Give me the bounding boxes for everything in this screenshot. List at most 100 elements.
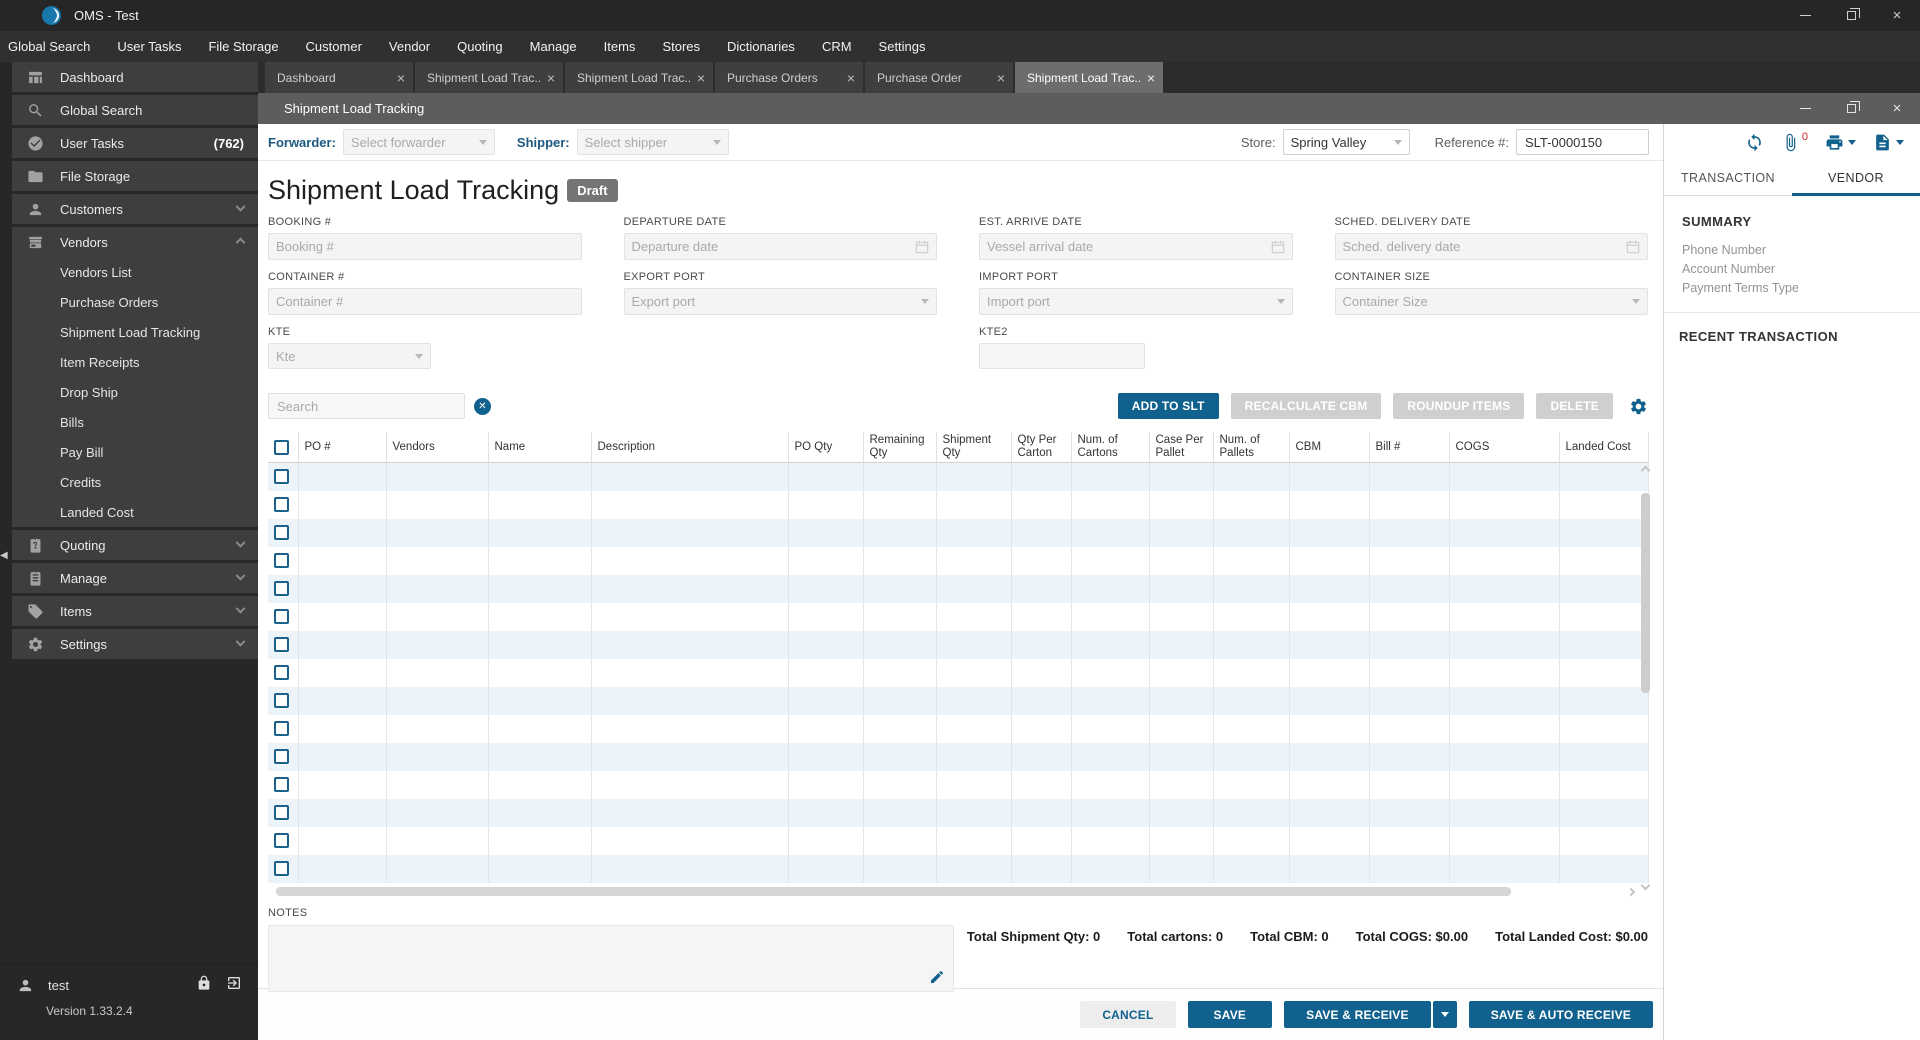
kte-select[interactable]: Kte (268, 343, 431, 369)
container-size-select[interactable]: Container Size (1334, 288, 1648, 315)
cancel-button[interactable]: CANCEL (1080, 1001, 1176, 1028)
row-checkbox[interactable] (274, 581, 289, 597)
save-button[interactable]: SAVE (1187, 1001, 1273, 1028)
row-checkbox[interactable] (274, 469, 289, 485)
sidebar-item-pay-bill[interactable]: Pay Bill (12, 437, 258, 467)
edit-pencil-icon[interactable] (929, 969, 945, 985)
menu-items[interactable]: Items (604, 39, 636, 54)
sidebar-item-quoting[interactable]: Quoting (12, 530, 258, 560)
scrollbar-thumb[interactable] (1641, 493, 1650, 693)
sidebar-item-credits[interactable]: Credits (12, 467, 258, 497)
close-icon[interactable]: × (697, 70, 705, 86)
clear-search-button[interactable]: ✕ (474, 397, 491, 415)
menu-settings[interactable]: Settings (879, 39, 926, 54)
vertical-scrollbar[interactable] (1640, 463, 1652, 893)
column-header[interactable]: PO Qty (788, 432, 864, 464)
export-port-select[interactable]: Export port (623, 288, 937, 315)
close-icon[interactable]: × (847, 70, 855, 86)
booking-input[interactable]: Booking # (268, 233, 582, 260)
add-to-slt-button[interactable]: ADD TO SLT (1117, 393, 1219, 419)
delete-button[interactable]: DELETE (1536, 393, 1613, 419)
container-input[interactable]: Container # (268, 288, 582, 315)
menu-dictionaries[interactable]: Dictionaries (727, 39, 795, 54)
tab-dashboard[interactable]: Dashboard × (265, 62, 413, 93)
est-arrive-date-input[interactable]: Vessel arrival date (979, 233, 1293, 260)
sidebar-item-manage[interactable]: Manage (12, 563, 258, 593)
forwarder-select[interactable]: Select forwarder (342, 129, 495, 155)
kte2-input[interactable] (979, 343, 1145, 369)
sidebar-item-landed-cost[interactable]: Landed Cost (12, 497, 258, 527)
menu-file-storage[interactable]: File Storage (208, 39, 278, 54)
column-header[interactable]: Remaining Qty (863, 432, 937, 464)
horizontal-scrollbar[interactable] (268, 886, 1648, 898)
tab-purchase-order[interactable]: Purchase Order × (865, 62, 1013, 93)
minimize-button[interactable] (1782, 0, 1828, 31)
sidebar-item-purchase-orders[interactable]: Purchase Orders (12, 287, 258, 317)
roundup-items-button[interactable]: ROUNDUP ITEMS (1393, 393, 1525, 419)
row-checkbox[interactable] (274, 693, 289, 709)
paperclip-icon[interactable]: 0 (1781, 131, 1808, 152)
row-checkbox[interactable] (274, 749, 289, 765)
row-checkbox[interactable] (274, 553, 289, 569)
row-checkbox[interactable] (274, 721, 289, 737)
column-header[interactable]: Shipment Qty (936, 432, 1012, 464)
menu-global-search[interactable]: Global Search (8, 39, 90, 54)
select-all-checkbox[interactable] (274, 439, 289, 455)
table-settings-gear-icon[interactable] (1629, 397, 1648, 416)
row-checkbox[interactable] (274, 525, 289, 541)
tab-purchase-orders[interactable]: Purchase Orders × (715, 62, 863, 93)
doc-minimize-button[interactable] (1782, 93, 1828, 124)
document-icon[interactable] (1873, 133, 1904, 152)
close-icon[interactable]: × (997, 70, 1005, 86)
close-icon[interactable]: × (397, 70, 405, 86)
column-header[interactable]: Bill # (1369, 432, 1450, 464)
column-header[interactable]: PO # (298, 432, 387, 464)
recalculate-cbm-button[interactable]: RECALCULATE CBM (1230, 393, 1382, 419)
row-checkbox[interactable] (274, 777, 289, 793)
column-header[interactable]: CBM (1289, 432, 1370, 464)
column-header[interactable]: Num. of Pallets (1213, 432, 1290, 464)
save-and-auto-receive-button[interactable]: SAVE & AUTO RECEIVE (1468, 1001, 1653, 1028)
tab-shipment-load-tracking-2[interactable]: Shipment Load Trac... × (565, 62, 713, 93)
refresh-icon[interactable] (1745, 133, 1764, 152)
menu-quoting[interactable]: Quoting (457, 39, 503, 54)
menu-manage[interactable]: Manage (530, 39, 577, 54)
sidebar-item-items[interactable]: Items (12, 596, 258, 626)
restore-button[interactable] (1828, 0, 1874, 31)
row-checkbox[interactable] (274, 833, 289, 849)
sched-delivery-date-input[interactable]: Sched. delivery date (1334, 233, 1648, 260)
import-port-select[interactable]: Import port (979, 288, 1293, 315)
sidebar-item-drop-ship[interactable]: Drop Ship (12, 377, 258, 407)
menu-crm[interactable]: CRM (822, 39, 852, 54)
logout-icon[interactable] (226, 975, 242, 996)
column-header[interactable]: Num. of Cartons (1071, 432, 1150, 464)
column-header[interactable]: Case Per Pallet (1149, 432, 1214, 464)
sidebar-item-vendors[interactable]: Vendors (12, 227, 258, 257)
row-checkbox[interactable] (274, 805, 289, 821)
close-button[interactable]: × (1874, 0, 1920, 31)
search-input[interactable] (268, 393, 465, 419)
sidebar-item-dashboard[interactable]: Dashboard (12, 62, 258, 92)
column-header[interactable]: Vendors (386, 432, 489, 464)
sidebar-item-customers[interactable]: Customers (12, 194, 258, 224)
sidebar-collapse-arrow[interactable]: ◀ (0, 550, 8, 561)
shipper-select[interactable]: Select shipper (576, 129, 729, 155)
print-icon[interactable] (1825, 133, 1856, 152)
column-header[interactable]: COGS (1449, 432, 1560, 464)
row-checkbox[interactable] (274, 497, 289, 513)
tab-transaction[interactable]: TRANSACTION (1664, 161, 1792, 195)
column-header[interactable]: Qty Per Carton (1011, 432, 1072, 464)
sidebar-item-shipment-load-tracking[interactable]: Shipment Load Tracking (12, 317, 258, 347)
tab-shipment-load-tracking-1[interactable]: Shipment Load Trac... × (415, 62, 563, 93)
scroll-up-icon[interactable] (1640, 465, 1651, 476)
notes-textarea[interactable] (268, 924, 954, 992)
menu-customer[interactable]: Customer (306, 39, 362, 54)
menu-vendor[interactable]: Vendor (389, 39, 430, 54)
reference-input[interactable] (1516, 129, 1649, 155)
tab-shipment-load-tracking-active[interactable]: Shipment Load Trac... × (1015, 62, 1163, 93)
close-icon[interactable]: × (1147, 70, 1155, 86)
sidebar-item-vendors-list[interactable]: Vendors List (12, 257, 258, 287)
column-header[interactable]: Description (591, 432, 789, 464)
column-header[interactable]: Landed Cost (1559, 432, 1649, 464)
close-icon[interactable]: × (547, 70, 555, 86)
